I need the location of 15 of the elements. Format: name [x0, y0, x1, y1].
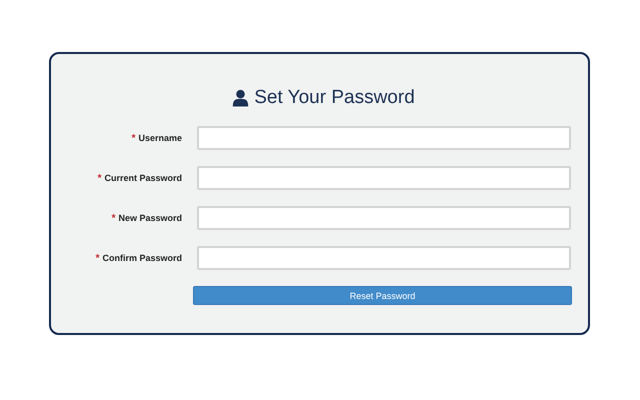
required-marker: *: [132, 132, 136, 144]
required-marker: *: [112, 212, 116, 224]
field-label: New Password: [118, 213, 182, 223]
field-label: Current Password: [104, 173, 182, 183]
input-field[interactable]: [197, 206, 571, 230]
required-marker: *: [96, 252, 100, 264]
field-label: Confirm Password: [102, 253, 182, 263]
input-field[interactable]: [197, 126, 571, 150]
form-title: Set Your Password: [254, 87, 415, 109]
reset-password-button[interactable]: Reset Password: [193, 286, 572, 305]
input-field[interactable]: [197, 246, 571, 270]
input-field[interactable]: [197, 166, 571, 190]
user-icon: [232, 89, 250, 107]
field-label: Username: [138, 133, 182, 143]
required-marker: *: [98, 172, 102, 184]
